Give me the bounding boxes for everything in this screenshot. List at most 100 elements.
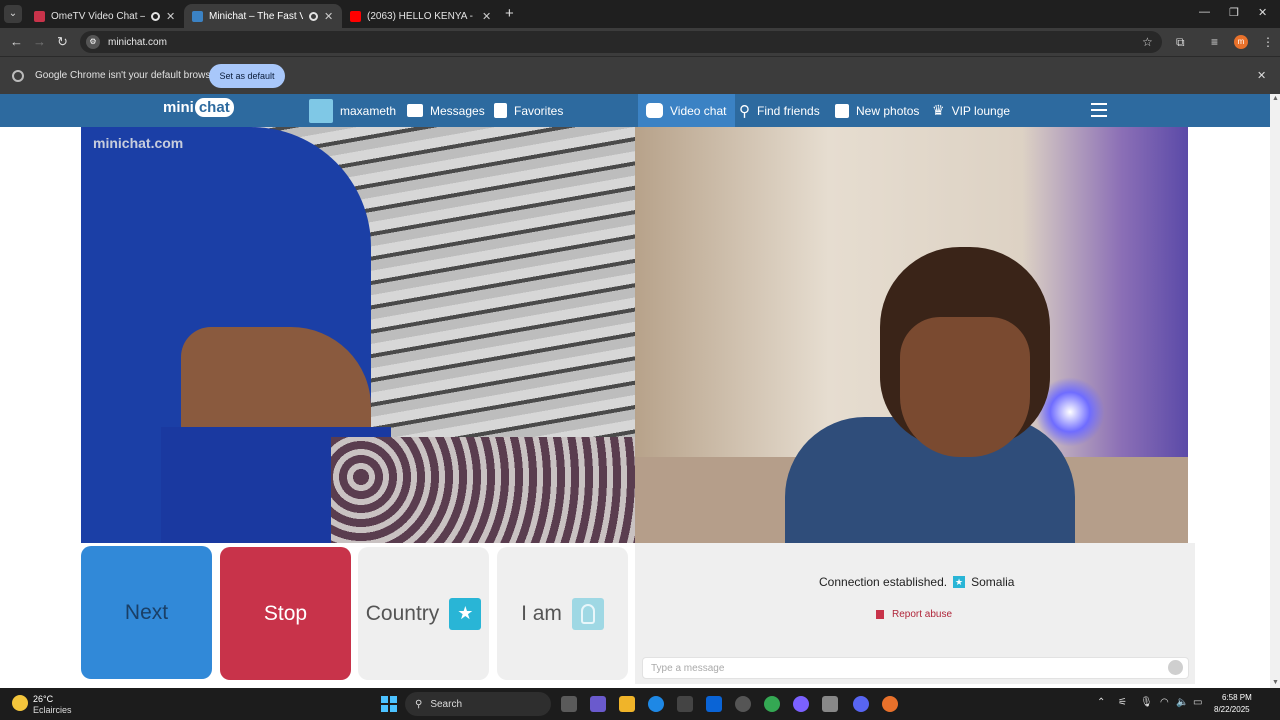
clock-date: 8/22/2025 [1214, 705, 1250, 714]
next-button[interactable]: Next [81, 546, 212, 679]
recording-icon [309, 11, 318, 21]
page-scrollbar[interactable] [1270, 94, 1280, 688]
star-icon: ★ [449, 597, 482, 630]
file-explorer-icon[interactable] [619, 696, 635, 712]
windows-start-icon[interactable] [381, 696, 397, 712]
minimize-icon[interactable]: — [1199, 6, 1210, 18]
nav-find-friends-label: Find friends [757, 103, 820, 118]
video-scene [900, 317, 1030, 457]
restore-icon[interactable]: ❐ [1229, 6, 1239, 19]
nav-profile[interactable]: maxameth [309, 94, 396, 127]
browser-tab-minichat[interactable]: Minichat – The Fast Video C ✕ [184, 4, 342, 28]
settings-gear-icon[interactable] [822, 696, 838, 712]
set-as-default-button[interactable]: Set as default [209, 64, 285, 88]
extensions-icon[interactable]: ⧉ [1176, 35, 1185, 50]
close-window-icon[interactable]: ✕ [1258, 6, 1267, 19]
nav-new-photos[interactable]: New photos [835, 94, 919, 127]
nav-favorites-label: Favorites [514, 103, 564, 118]
default-browser-infobar: Google Chrome isn't your default browser… [0, 56, 1280, 94]
video-scene [331, 437, 635, 543]
weather-icon[interactable] [12, 695, 28, 711]
weather-temperature: 26°C [33, 694, 54, 704]
person-icon [571, 597, 604, 630]
country-button[interactable]: Country ★ [358, 547, 489, 680]
i-am-label: I am [521, 601, 562, 625]
speaker-icon[interactable]: 🔈 [1176, 697, 1188, 708]
search-icon: ⚲ [739, 102, 750, 120]
nav-find-friends[interactable]: ⚲ Find friends [739, 94, 820, 127]
tab-search-button[interactable]: ⌄ [4, 5, 22, 23]
close-infobar-icon[interactable]: ✕ [1257, 69, 1266, 82]
microphone-icon[interactable]: 🎙 [1140, 697, 1153, 708]
close-tab-icon[interactable]: ✕ [324, 10, 334, 23]
country-label: Country [365, 601, 440, 625]
report-abuse-label: Report abuse [892, 609, 953, 620]
address-bar[interactable]: ⚙ minichat.com [80, 31, 1162, 53]
video-chat-icon [646, 103, 663, 118]
browser-tab-ometv[interactable]: OmeTV Video Chat — Ome ✕ [26, 4, 184, 28]
video-watermark: minichat.com [93, 135, 184, 151]
logo-mini-text: mini [163, 99, 194, 116]
nav-vip-lounge[interactable]: ♛ VIP lounge [932, 94, 1010, 127]
nav-video-chat-label: Video chat [670, 103, 727, 118]
media-control-icon[interactable]: ≡ [1211, 35, 1218, 49]
message-input[interactable] [642, 657, 1189, 679]
nav-favorites[interactable]: Favorites [494, 94, 563, 127]
profile-avatar[interactable]: m [1234, 35, 1248, 49]
connection-status: Connection established. ★ Somalia [819, 575, 1014, 589]
logo-chat-text: chat [194, 98, 234, 117]
reload-icon[interactable]: ↻ [57, 34, 68, 50]
photos-grid-icon [835, 103, 849, 118]
clock-time: 6:58 PM [1222, 693, 1252, 702]
copilot-icon[interactable] [590, 696, 606, 712]
new-tab-icon[interactable]: + [505, 5, 514, 22]
taskbar-search-label: Search [430, 698, 463, 710]
country-flag-icon: ★ [953, 576, 966, 588]
wifi-icon[interactable]: ◠ [1160, 697, 1169, 708]
task-view-icon[interactable] [561, 696, 577, 712]
nav-vip-lounge-label: VIP lounge [951, 103, 1011, 118]
battery-icon[interactable]: ▭ [1193, 697, 1202, 708]
chrome-icon[interactable] [764, 696, 780, 712]
edge-icon[interactable] [648, 696, 664, 712]
outlook-icon[interactable] [706, 696, 722, 712]
bookmark-icon [494, 103, 507, 118]
scroll-down-arrow-icon[interactable]: ▼ [1272, 679, 1279, 686]
tab-title: Minichat – The Fast Video C [209, 10, 303, 22]
chrome-profile-icon[interactable] [882, 696, 898, 712]
infobar-message: Google Chrome isn't your default browser [35, 70, 220, 81]
envelope-icon [407, 104, 423, 117]
forward-arrow-icon[interactable]: → [33, 34, 46, 49]
taskbar-search[interactable]: ⚲ Search [405, 692, 551, 716]
close-tab-icon[interactable]: ✕ [166, 10, 176, 23]
i-am-button[interactable]: I am [497, 547, 628, 680]
nav-video-chat[interactable]: Video chat [638, 94, 735, 127]
partner-country: Somalia [971, 575, 1015, 589]
recording-icon [151, 11, 160, 21]
scroll-up-arrow-icon[interactable]: ▲ [1272, 95, 1279, 102]
stop-button[interactable]: Stop [220, 547, 351, 680]
network-icon[interactable]: ⚟ [1118, 697, 1127, 708]
store-icon[interactable] [677, 696, 693, 712]
browser-toolbar: ← → ↻ ⚙ minichat.com ☆ ⧉ ≡ m ⋮ [0, 28, 1280, 56]
nav-new-photos-label: New photos [856, 103, 920, 118]
browser-tab-youtube[interactable]: (2063) HELLO KENYA - YouTube ✕ [342, 4, 500, 28]
hamburger-menu-icon[interactable] [1091, 103, 1107, 117]
more-menu-icon[interactable]: ⋮ [1262, 35, 1274, 49]
back-arrow-icon[interactable]: ← [10, 34, 23, 49]
close-tab-icon[interactable]: ✕ [482, 10, 492, 23]
emoji-icon[interactable] [1168, 660, 1183, 675]
bookmark-star-icon[interactable]: ☆ [1142, 35, 1153, 49]
chevron-up-icon[interactable]: ⌃ [1097, 697, 1105, 708]
minichat-logo[interactable]: mini chat [163, 98, 234, 117]
app-icon[interactable] [793, 696, 809, 712]
next-label: Next [124, 600, 169, 624]
app-icon[interactable] [735, 696, 751, 712]
youtube-favicon-icon [350, 10, 361, 22]
nav-messages[interactable]: Messages [407, 94, 485, 127]
report-abuse-link[interactable]: Report abuse [876, 609, 952, 620]
site-navigation: mini chat maxameth Messages Favorites Vi… [0, 94, 1270, 127]
weather-description: Eclaircies [33, 705, 72, 715]
site-info-icon[interactable]: ⚙ [86, 35, 100, 49]
discord-icon[interactable] [853, 696, 869, 712]
